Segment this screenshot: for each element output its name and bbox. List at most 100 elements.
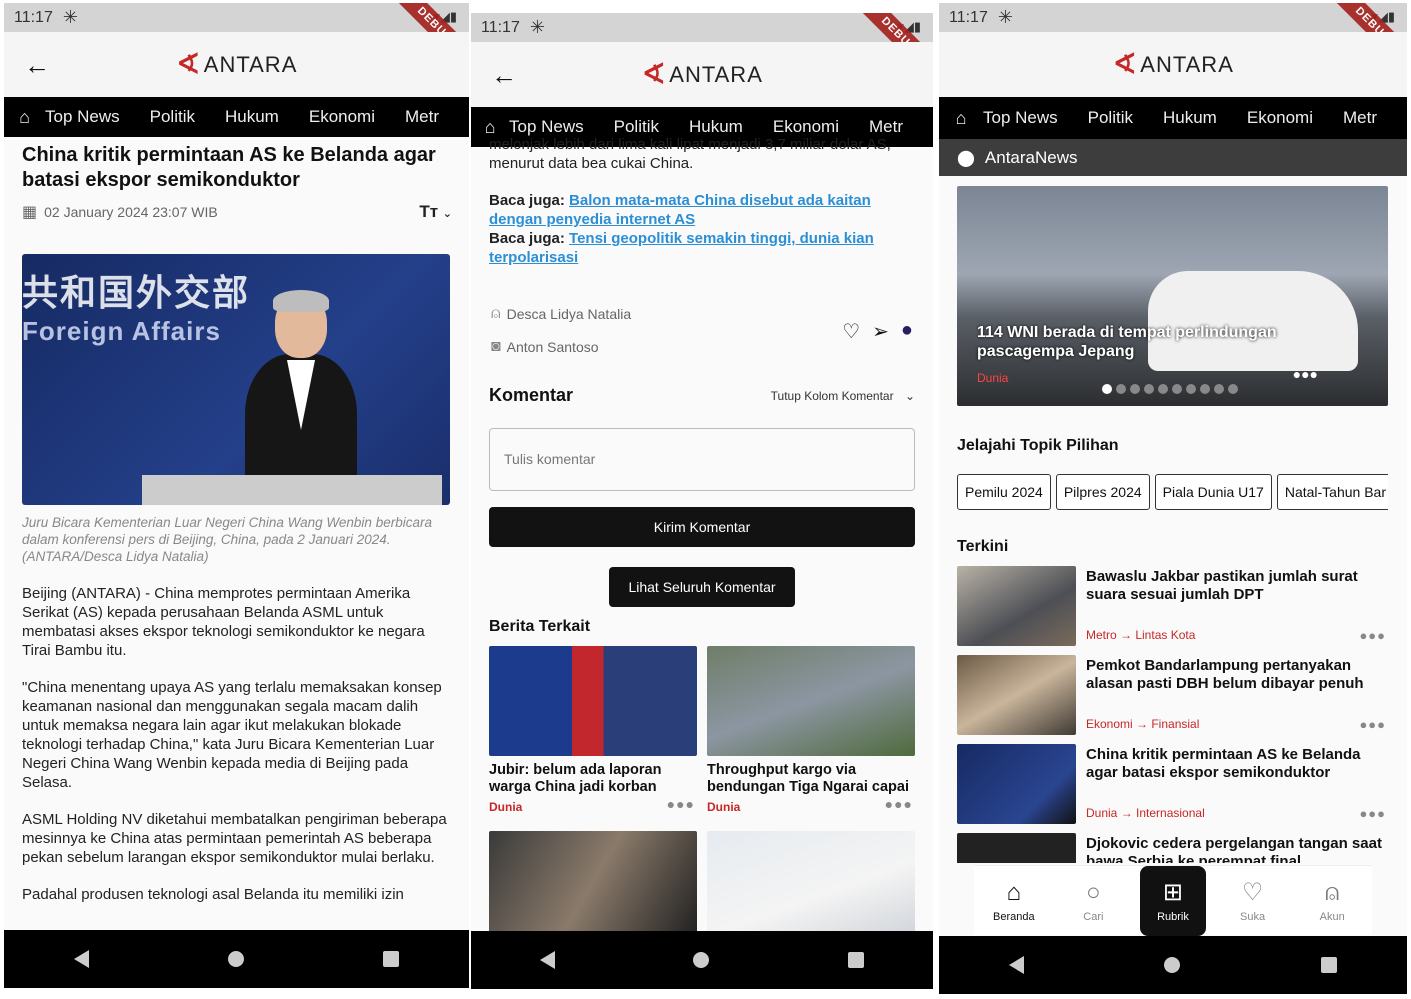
- nav-beranda[interactable]: ⌂ Beranda: [981, 866, 1047, 936]
- chevron-down-icon: ⌄: [442, 208, 452, 220]
- tab-hukum[interactable]: Hukum: [1163, 108, 1217, 128]
- carousel-dot[interactable]: [1144, 384, 1154, 394]
- system-recents-icon[interactable]: [1320, 957, 1337, 973]
- card-title: Jubir: belum ada laporan warga China jad…: [489, 762, 662, 795]
- more-icon[interactable]: ●●●: [1359, 717, 1386, 732]
- topic-chip[interactable]: Piala Dunia U17: [1154, 474, 1272, 510]
- tab-metro[interactable]: Metr: [869, 117, 903, 137]
- system-home-icon[interactable]: [1164, 957, 1181, 973]
- carousel-dot[interactable]: [1172, 384, 1182, 394]
- news-item[interactable]: Djokovic cedera pergelangan tangan saat …: [957, 833, 1388, 863]
- text-size-button[interactable]: Tт ⌄: [419, 202, 452, 222]
- topic-chip[interactable]: Pemilu 2024: [957, 474, 1051, 510]
- more-icon[interactable]: ●●●: [885, 796, 913, 812]
- close-comments-toggle[interactable]: Tutup Kolom Komentar ⌄: [771, 389, 915, 403]
- back-arrow-icon[interactable]: ←: [24, 50, 50, 81]
- nav-akun[interactable]: ⍝ Akun: [1299, 866, 1365, 936]
- carousel-dot[interactable]: [1186, 384, 1196, 394]
- share-icon[interactable]: ➢: [872, 319, 889, 344]
- tab-ekonomi[interactable]: Ekonomi: [309, 107, 375, 127]
- app-bottom-nav: ⌂ Beranda ○ Cari ⊞ Rubrik ♡ Suka ⍝ Akun: [974, 865, 1372, 936]
- more-icon[interactable]: ●●●: [1293, 366, 1318, 382]
- system-recents-icon[interactable]: [383, 951, 400, 967]
- location-bar[interactable]: ⬤ AntaraNews: [939, 139, 1407, 176]
- more-icon[interactable]: ●●●: [1359, 628, 1386, 643]
- news-category: Metro → Lintas Kota: [1086, 628, 1196, 642]
- news-item[interactable]: Pemkot Bandarlampung pertanyakan alasan …: [957, 655, 1388, 735]
- view-all-comments-button[interactable]: Lihat Seluruh Komentar: [609, 567, 795, 607]
- tab-politik[interactable]: Politik: [150, 107, 195, 127]
- tab-top-news[interactable]: Top News: [983, 108, 1058, 128]
- topic-chip[interactable]: Pilpres 2024: [1055, 474, 1150, 510]
- tab-metro[interactable]: Metr: [405, 107, 439, 127]
- system-back-icon[interactable]: [73, 950, 89, 968]
- send-comment-button[interactable]: Kirim Komentar: [489, 507, 915, 547]
- more-icon[interactable]: ●●●: [1359, 806, 1386, 821]
- comment-title: Komentar: [489, 385, 574, 405]
- news-item[interactable]: China kritik permintaan AS ke Belanda ag…: [957, 744, 1388, 824]
- nav-rubrik[interactable]: ⊞ Rubrik: [1139, 865, 1206, 936]
- nav-cari[interactable]: ○ Cari: [1060, 866, 1126, 936]
- home-icon[interactable]: ⌂: [4, 107, 45, 128]
- related-card[interactable]: Jubir: belum ada laporan warga China jad…: [489, 646, 697, 814]
- more-icon[interactable]: ●●●: [667, 796, 695, 812]
- bluetooth-icon: ✳: [529, 17, 545, 37]
- app-bar: ∢ ANTARA: [939, 32, 1407, 97]
- article-body: Beijing (ANTARA) - China memprotes permi…: [22, 584, 452, 922]
- article-actions: ♡ ➢ ●: [842, 319, 913, 344]
- tab-politik[interactable]: Politik: [1088, 108, 1133, 128]
- carousel-dot[interactable]: [1158, 384, 1168, 394]
- system-home-icon[interactable]: [227, 951, 244, 967]
- carousel-dot[interactable]: [1200, 384, 1210, 394]
- topic-chip[interactable]: Natal-Tahun Bar: [1276, 474, 1388, 510]
- tab-ekonomi[interactable]: Ekonomi: [1247, 108, 1313, 128]
- carousel-dot[interactable]: [1228, 384, 1238, 394]
- headline-carousel[interactable]: 114 WNI berada di tempat perlindungan pa…: [957, 186, 1388, 406]
- system-nav-bar: [471, 931, 933, 989]
- tab-ekonomi[interactable]: Ekonomi: [773, 117, 839, 137]
- tab-top-news[interactable]: Top News: [509, 117, 584, 137]
- carousel-dot[interactable]: [1214, 384, 1224, 394]
- location-pin-icon: ⬤: [957, 149, 975, 167]
- system-home-icon[interactable]: [693, 952, 710, 968]
- status-bar: 11:17 ✳ ▾◢▮: [471, 13, 933, 42]
- latest-title: Terkini: [957, 538, 1009, 555]
- tab-hukum[interactable]: Hukum: [689, 117, 743, 137]
- tab-hukum[interactable]: Hukum: [225, 107, 279, 127]
- back-arrow-icon[interactable]: ←: [491, 60, 517, 91]
- news-title: Bawaslu Jakbar pastikan jumlah surat sua…: [1086, 568, 1358, 603]
- tab-top-news[interactable]: Top News: [45, 107, 120, 127]
- home-icon: ⌂: [1006, 878, 1022, 906]
- card-image: [489, 646, 697, 756]
- carousel-category: Dunia: [977, 371, 1009, 385]
- news-item[interactable]: Bawaslu Jakbar pastikan jumlah surat sua…: [957, 566, 1388, 646]
- carousel-dot[interactable]: [1130, 384, 1140, 394]
- related-card[interactable]: Throughput kargo via bendungan Tiga Ngar…: [707, 646, 915, 814]
- comment-input[interactable]: Tulis komentar: [489, 428, 915, 491]
- heart-icon[interactable]: ♡: [842, 319, 860, 344]
- status-bar: 11:17 ✳ ▾◢▮: [4, 3, 469, 32]
- tab-politik[interactable]: Politik: [614, 117, 659, 137]
- tab-metro[interactable]: Metr: [1343, 108, 1377, 128]
- system-recents-icon[interactable]: [847, 952, 864, 968]
- antara-logo: ∢ ANTARA: [175, 48, 298, 81]
- nav-suka[interactable]: ♡ Suka: [1220, 866, 1286, 936]
- news-category: Dunia → Internasional: [1086, 806, 1205, 820]
- screen-article: 11:17 ✳ ▾◢▮ DEBUG ← ∢ ANTARA ⌂ Top News P…: [4, 3, 469, 988]
- image-sign-chinese: 共和国外交部: [22, 272, 251, 313]
- user-icon: ⍝: [491, 305, 501, 322]
- related-card[interactable]: [707, 831, 915, 933]
- carousel-dot[interactable]: [1102, 384, 1112, 394]
- system-back-icon[interactable]: [540, 951, 556, 969]
- category-tabs: ⌂ Top News Politik Hukum Ekonomi Metr: [4, 97, 469, 137]
- related-card[interactable]: [489, 831, 697, 933]
- news-thumbnail: [957, 744, 1076, 824]
- calendar-icon: ▦: [22, 204, 38, 221]
- carousel-dot[interactable]: [1116, 384, 1126, 394]
- system-back-icon[interactable]: [1009, 956, 1025, 974]
- paragraph: melonjak lebih dari lima kali lipat menj…: [489, 136, 891, 172]
- news-title: Pemkot Bandarlampung pertanyakan alasan …: [1086, 657, 1364, 692]
- comment-icon[interactable]: ●: [901, 319, 913, 344]
- screen-home: 11:17 ✳ ▾◢▮ DEBUG ∢ ANTARA ⌂ Top News Pol…: [939, 3, 1407, 994]
- home-icon[interactable]: ⌂: [939, 108, 983, 129]
